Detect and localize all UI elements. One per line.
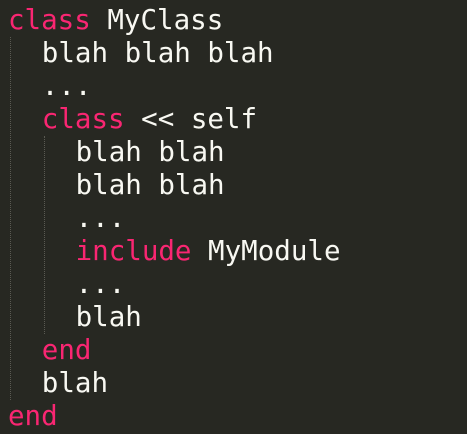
text-token: ...: [75, 202, 126, 234]
indent-guide: [43, 136, 45, 334]
text-token: << self: [124, 103, 258, 135]
text-token: blah blah: [75, 169, 225, 201]
code-line: include MyModule: [76, 235, 341, 268]
code-line: blah blah blah: [42, 37, 274, 70]
code-line: blah: [42, 367, 108, 400]
code-line: blah blah: [76, 136, 225, 169]
text-token: ...: [75, 268, 126, 300]
keyword-token: class: [41, 103, 125, 135]
keyword-token: class: [8, 4, 91, 36]
text-token: blah: [75, 301, 142, 333]
code-editor[interactable]: class MyClass blah blah blah... class << s…: [0, 0, 467, 434]
code-line: blah: [76, 301, 142, 334]
text-token: blah blah: [75, 136, 225, 168]
code-line: ...: [42, 70, 92, 103]
code-line: ...: [76, 202, 126, 235]
text-token: MyClass: [90, 4, 224, 36]
code-line: class MyClass: [8, 4, 223, 37]
code-line: end: [8, 400, 58, 433]
keyword-token: include: [75, 235, 192, 267]
text-token: blah: [41, 367, 109, 399]
keyword-token: end: [41, 334, 92, 366]
text-token: MyModule: [191, 235, 341, 267]
code-line: end: [42, 334, 92, 367]
code-line: blah blah: [76, 169, 225, 202]
text-token: blah blah blah: [41, 37, 274, 69]
text-token: ...: [41, 70, 92, 102]
code-line: class << self: [42, 103, 257, 136]
indent-guide: [10, 37, 11, 400]
keyword-token: end: [8, 400, 58, 432]
code-line: ...: [76, 268, 126, 301]
